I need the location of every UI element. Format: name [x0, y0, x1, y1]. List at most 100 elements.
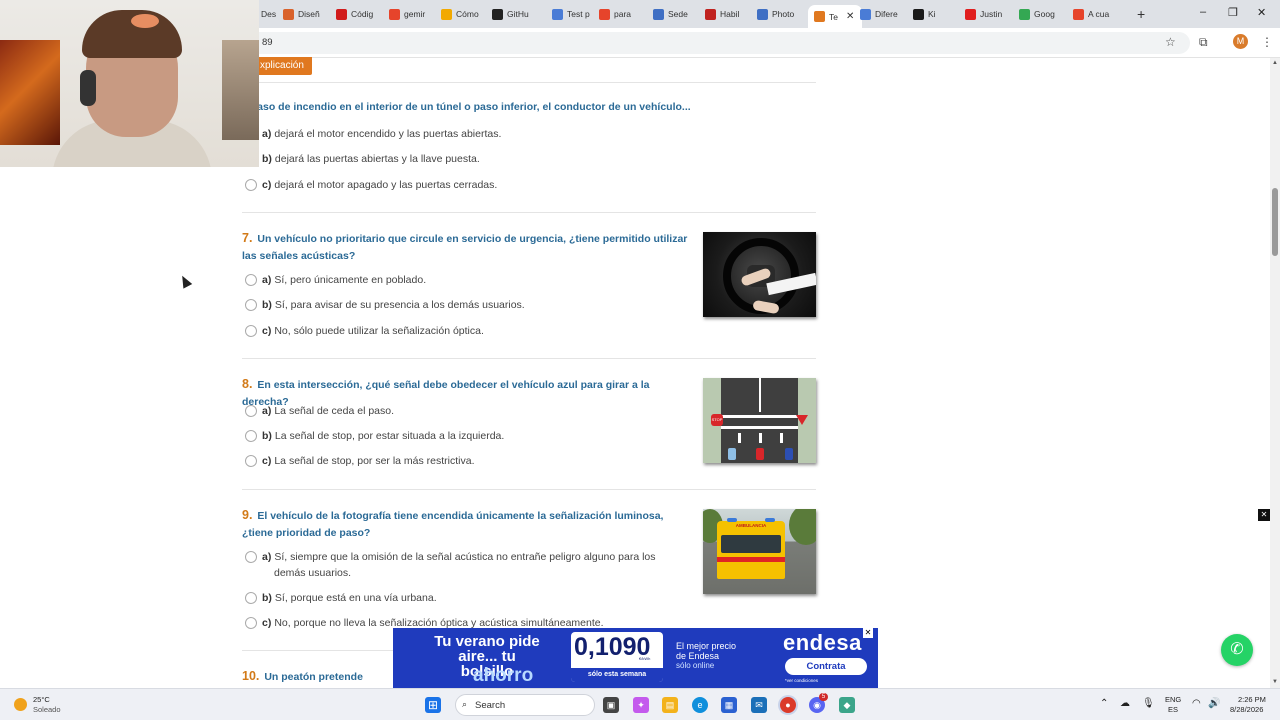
radio-button[interactable] [245, 274, 257, 286]
radio-button[interactable] [245, 299, 257, 311]
ad-close-icon[interactable]: ✕ [863, 628, 873, 638]
question-9-option-a[interactable]: a) Sí, siempre que la omisión de la señal… [244, 549, 684, 581]
option-letter: c) [262, 179, 272, 191]
url-field[interactable]: 89 [240, 32, 1190, 54]
tab-2[interactable]: Códig [336, 5, 380, 23]
minimize-icon[interactable]: – [1200, 6, 1206, 18]
volume-icon[interactable]: 🔊 [1208, 699, 1220, 709]
option-letter: c) [262, 325, 272, 337]
tab-15[interactable]: Goog [1019, 5, 1065, 23]
emergency-light [727, 518, 737, 522]
tab-label: Habil [720, 9, 740, 19]
clock-time[interactable]: 2:26 PM [1238, 695, 1266, 704]
question-7-option-a[interactable]: a) Sí, pero únicamente en poblado. [244, 272, 684, 288]
tab-11[interactable]: Te ✕ [808, 5, 862, 28]
tab-close-icon[interactable]: ✕ [846, 11, 854, 22]
tab-1[interactable]: Diseñ [283, 5, 327, 23]
store-icon[interactable]: ▦ [721, 697, 737, 713]
tab-9[interactable]: Habil [705, 5, 749, 23]
tab-5[interactable]: GitHu [492, 5, 542, 23]
microphone-icon[interactable]: 🎙 [1142, 699, 1155, 709]
ad-contrata-button[interactable]: Contrata [785, 658, 867, 675]
windows-start-icon[interactable]: ⊞ [425, 697, 441, 713]
tab-3[interactable]: gemir [389, 5, 433, 23]
steering-wheel-image [703, 232, 816, 317]
question-8-option-b[interactable]: b) La señal de stop, por estar situada a … [244, 428, 684, 444]
explicacion-tab[interactable]: xplicación [252, 57, 312, 75]
clock-date[interactable]: 8/28/2026 [1230, 705, 1263, 714]
close-window-icon[interactable]: ✕ [1257, 6, 1266, 19]
edge-icon[interactable]: e [692, 697, 708, 713]
maximize-icon[interactable]: ❐ [1228, 6, 1238, 19]
extensions-icon[interactable]: ⧉ [1199, 35, 1208, 50]
chevron-up-icon[interactable]: ⌃ [1100, 699, 1108, 709]
weather-desc[interactable]: Soleado [33, 705, 61, 714]
car-blue [785, 448, 793, 460]
scroll-down-icon[interactable]: ▼ [1272, 679, 1278, 685]
taskbar-search-box[interactable]: ⌕ Search [455, 694, 595, 716]
file-explorer-icon[interactable]: ▤ [662, 697, 678, 713]
tab-7[interactable]: para [599, 5, 643, 23]
tab-14[interactable]: Justin [965, 5, 1011, 23]
question-6-option-c[interactable]: c) dejará el motor apagado y las puertas … [244, 177, 684, 193]
app-icon[interactable]: ◆ [839, 697, 855, 713]
star-bookmark-icon[interactable]: ☆ [1165, 35, 1176, 49]
option-letter: a) [262, 128, 272, 140]
brave-icon [599, 8, 610, 20]
question-8-option-c[interactable]: c) La señal de stop, por ser la más restr… [244, 453, 684, 469]
ad-legal-note[interactable]: *ver condiciones [785, 678, 818, 683]
radio-button[interactable] [245, 592, 257, 604]
ambulance-label: AMBULANCIA [735, 523, 767, 528]
question-7-option-b[interactable]: b) Sí, para avisar de su presencia a los … [244, 297, 684, 313]
option-letter: b) [262, 592, 272, 604]
wifi-icon[interactable]: ◠ [1192, 699, 1201, 709]
windshield [721, 535, 781, 553]
radio-button[interactable] [245, 179, 257, 191]
option-letter: c) [262, 455, 272, 467]
gemini-icon [860, 8, 871, 20]
language-top[interactable]: ENG [1165, 695, 1181, 704]
question-6-option-a[interactable]: a) dejará el motor encendido y las puerta… [244, 126, 684, 142]
copilot-icon[interactable]: ✦ [633, 697, 649, 713]
radio-button[interactable] [245, 551, 257, 563]
question-9-option-b[interactable]: b) Sí, porque está en una vía urbana. [244, 590, 684, 606]
new-tab-button[interactable]: + [1137, 6, 1145, 22]
radio-button[interactable] [245, 405, 257, 417]
option-text: La señal de stop, por estar situada a la… [274, 430, 505, 442]
task-view-icon[interactable]: ▣ [603, 697, 619, 713]
mail-icon[interactable]: ✉ [751, 697, 767, 713]
tab-label: Códig [351, 9, 374, 19]
question-7-option-c[interactable]: c) No, sólo puede utilizar la señalizació… [244, 323, 684, 339]
radio-button[interactable] [245, 455, 257, 467]
question-8-option-a[interactable]: a) La señal de ceda el paso. [244, 403, 684, 419]
tab-8[interactable]: Sede [653, 5, 697, 23]
cloud-sync-icon[interactable]: ☁ [1120, 699, 1130, 709]
tab-16[interactable]: A cua [1073, 5, 1123, 23]
language-bottom[interactable]: ES [1168, 705, 1178, 714]
tab-12[interactable]: Difere [860, 5, 906, 23]
radio-button[interactable] [245, 430, 257, 442]
radio-button[interactable] [245, 617, 257, 629]
tab-13[interactable]: Ki [913, 5, 957, 23]
whatsapp-icon[interactable]: ✆ [1221, 634, 1253, 666]
endesa-ad-banner[interactable]: Tu verano pide aire... tu bolsillo ahorr… [393, 628, 878, 688]
question-6-option-b[interactable]: b) dejará las puertas abiertas y la llave… [244, 151, 684, 167]
test-icon [814, 11, 825, 22]
option-text: Sí, porque está en una vía urbana. [274, 592, 437, 604]
sun-weather-icon[interactable] [14, 698, 27, 711]
radio-button[interactable] [245, 325, 257, 337]
ambulance-stripe [717, 557, 785, 562]
weather-temp[interactable]: 25°C [33, 695, 50, 704]
menu-kebab-icon[interactable]: ⋮ [1261, 35, 1273, 49]
tab-10[interactable]: Photo [757, 5, 801, 23]
scrollbar-track[interactable] [1270, 58, 1280, 688]
lane-marking [759, 378, 761, 412]
tab-6[interactable]: Test p [552, 5, 592, 23]
chrome-icon[interactable]: ● [780, 697, 796, 713]
profile-avatar[interactable]: M [1233, 34, 1248, 49]
option-text: dejará las puertas abiertas y la llave p… [274, 153, 480, 165]
side-banner-close-button[interactable]: ✕ [1258, 509, 1270, 521]
scroll-up-icon[interactable]: ▲ [1272, 60, 1278, 66]
tab-4[interactable]: Cómo [441, 5, 485, 23]
scrollbar-thumb[interactable] [1272, 188, 1278, 256]
